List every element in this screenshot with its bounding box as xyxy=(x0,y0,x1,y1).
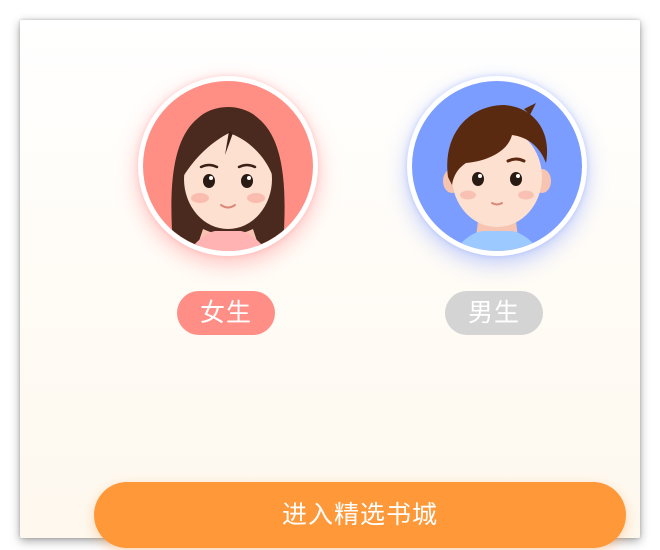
male-avatar-icon[interactable] xyxy=(407,76,587,256)
enter-bookstore-button[interactable]: 进入精选书城 xyxy=(94,482,626,548)
male-avatar-graphic xyxy=(443,103,551,251)
female-option-button[interactable]: 女生 xyxy=(177,291,275,335)
female-avatar-graphic xyxy=(171,107,285,251)
female-avatar-icon[interactable] xyxy=(138,76,318,256)
gender-select-panel: 女生 男生 进入精选书城 xyxy=(20,20,640,548)
male-option-button[interactable]: 男生 xyxy=(445,291,543,335)
